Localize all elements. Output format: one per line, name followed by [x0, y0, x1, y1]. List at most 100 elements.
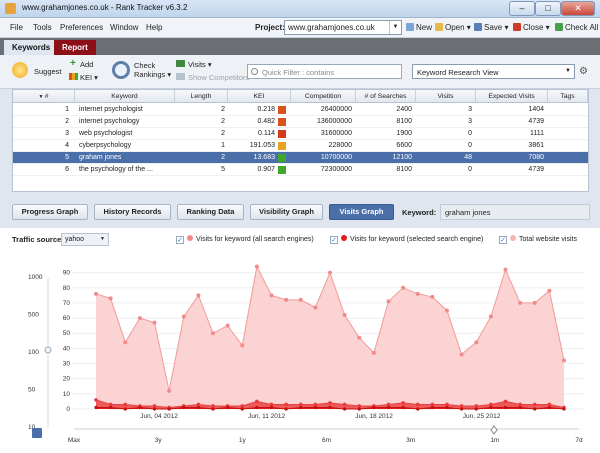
- col-header-expected-visits[interactable]: Expected Visits: [476, 90, 548, 103]
- cell-expected: 1404: [528, 106, 544, 113]
- total-visits-point: [123, 340, 128, 345]
- x-axis-label: Jun, 18 2012: [355, 413, 393, 420]
- col-header-num[interactable]: ▼ #: [13, 90, 75, 103]
- chevron-down-icon[interactable]: ▼: [389, 21, 401, 34]
- table-row[interactable]: 3 web psychologist 2 0.114 31600000 1900 0 1111: [13, 128, 588, 140]
- checkbox-icon[interactable]: ✓: [176, 236, 184, 244]
- table-row[interactable]: 6 the psychology of the ... 5 0.907 72300000…: [13, 164, 588, 176]
- col-header-num-label: #: [44, 93, 49, 100]
- keywords-table: ▼ # Keyword Length KEI Competition # of …: [12, 89, 589, 192]
- quick-filter-input[interactable]: Quick Filter : contains: [247, 64, 402, 79]
- left-axis-label: 1000: [28, 274, 43, 281]
- visits-chart: 908070605040302010010005001005010Jun, 04…: [28, 262, 584, 444]
- menu-window[interactable]: Window: [110, 23, 138, 32]
- cell-length: 5: [221, 166, 225, 173]
- close-window-button[interactable]: ✕: [561, 1, 595, 16]
- col-header-tags[interactable]: Tags: [548, 90, 588, 103]
- new-label: New: [416, 23, 433, 32]
- left-axis-label: 500: [28, 312, 39, 319]
- new-button[interactable]: New: [406, 23, 432, 32]
- menu-file[interactable]: File: [10, 23, 23, 32]
- keyword-label: Keyword:: [402, 208, 437, 217]
- all-engines-point: [255, 399, 259, 404]
- visits-icon: [176, 60, 185, 67]
- all-engines-point: [474, 404, 479, 408]
- cell-keyword: internet psychology: [79, 118, 140, 125]
- title-bar: www.grahamjones.co.uk - Rank Tracker v6.…: [0, 0, 600, 18]
- tab-report[interactable]: Report: [54, 40, 96, 55]
- all-engines-point: [240, 404, 245, 408]
- selected-engine-point: [211, 407, 215, 411]
- menu-help[interactable]: Help: [146, 23, 162, 32]
- tab-visits-graph[interactable]: Visits Graph: [329, 204, 394, 220]
- kei-icon: [69, 73, 78, 80]
- suggest-button[interactable]: Suggest: [34, 67, 62, 76]
- project-label: Project:: [255, 23, 285, 32]
- col-header-keyword[interactable]: Keyword: [75, 90, 175, 103]
- folder-icon: [435, 23, 443, 31]
- cell-keyword: the psychology of the ...: [79, 166, 153, 173]
- selected-engine-point: [430, 405, 434, 410]
- total-visits-point: [108, 296, 113, 301]
- all-engines-point: [415, 402, 420, 407]
- tab-keywords[interactable]: Keywords: [4, 40, 59, 55]
- add-button[interactable]: Add: [80, 60, 93, 69]
- col-header-length[interactable]: Length: [175, 90, 228, 103]
- view-select[interactable]: Keyword Research View ▼: [412, 64, 575, 79]
- selected-engine-point: [445, 405, 449, 410]
- kei-button[interactable]: KEI ▾: [80, 73, 98, 82]
- y-tick-label: 10: [63, 391, 71, 398]
- y-tick-label: 0: [66, 406, 70, 413]
- table-row[interactable]: 1 internet psychologist 2 0.218 26400000 2400…: [13, 104, 588, 116]
- traffic-source-select[interactable]: yahoo ▼: [61, 233, 109, 246]
- selected-engine-point: [240, 407, 244, 411]
- save-button[interactable]: Save ▾: [474, 23, 508, 32]
- cell-kei: 13.683: [253, 154, 275, 161]
- legend-dot-icon: [341, 235, 347, 241]
- tab-progress-graph[interactable]: Progress Graph: [12, 204, 88, 220]
- table-row[interactable]: 4 cyberpsychology 1 191.053 228000 6600 0 3861: [13, 140, 588, 152]
- cell-competition: 10700000: [320, 154, 352, 161]
- selected-engine-point: [562, 407, 566, 411]
- col-header-competition[interactable]: Competition: [291, 90, 356, 103]
- cell-num: 1: [65, 106, 69, 113]
- total-visits-point: [284, 297, 289, 302]
- menu-tools[interactable]: Tools: [33, 23, 52, 32]
- left-slider-handle: [44, 346, 52, 354]
- minimize-button[interactable]: –: [509, 1, 535, 16]
- col-header-visits[interactable]: Visits: [416, 90, 476, 103]
- gear-icon[interactable]: ⚙: [579, 66, 588, 77]
- cell-visits: 0: [468, 142, 472, 149]
- menu-preferences[interactable]: Preferences: [60, 23, 103, 32]
- legend-all-engines[interactable]: ✓ Visits for keyword (all search engines): [176, 235, 314, 244]
- table-row[interactable]: 5 graham jones 2 13.683 10700000 12100 48 7080: [13, 152, 588, 164]
- col-header-kei[interactable]: KEI: [228, 90, 291, 103]
- show-competitors-button[interactable]: Show Competitors: [188, 73, 249, 82]
- legend-total-visits[interactable]: ✓ Total website visits: [499, 235, 577, 244]
- check-rankings-button[interactable]: Check Rankings ▾: [134, 61, 171, 79]
- check-all-button[interactable]: Check All: [555, 23, 598, 32]
- open-button[interactable]: Open ▾: [435, 23, 471, 32]
- checkbox-icon[interactable]: ✓: [499, 236, 507, 244]
- maximize-button[interactable]: □: [535, 1, 561, 16]
- tab-history-records[interactable]: History Records: [94, 204, 171, 220]
- checkbox-icon[interactable]: ✓: [330, 236, 338, 244]
- selected-engine-point: [372, 405, 376, 410]
- project-value: www.grahamjones.co.uk: [288, 23, 375, 32]
- visits-button[interactable]: Visits ▾: [188, 60, 212, 69]
- visits-label: Visits: [188, 60, 206, 69]
- cell-length: 2: [221, 106, 225, 113]
- total-visits-point: [371, 350, 376, 355]
- project-select[interactable]: www.grahamjones.co.uk ▼: [284, 20, 402, 35]
- close-project-button[interactable]: Close ▾: [513, 23, 550, 32]
- all-engines-point: [328, 401, 332, 405]
- tab-ranking-data[interactable]: Ranking Data: [177, 204, 244, 220]
- selected-engine-point: [123, 407, 127, 411]
- cell-visits: 0: [468, 166, 472, 173]
- tab-visibility-graph[interactable]: Visibility Graph: [250, 204, 323, 220]
- col-header-searches[interactable]: # of Searches: [356, 90, 416, 103]
- total-visits-point: [357, 335, 362, 340]
- legend-selected-engine[interactable]: ✓ Visits for keyword (selected search eng…: [330, 235, 483, 244]
- selected-engine-point: [196, 405, 200, 410]
- table-row[interactable]: 2 internet psychology 2 0.482 136000000 8100 3…: [13, 116, 588, 128]
